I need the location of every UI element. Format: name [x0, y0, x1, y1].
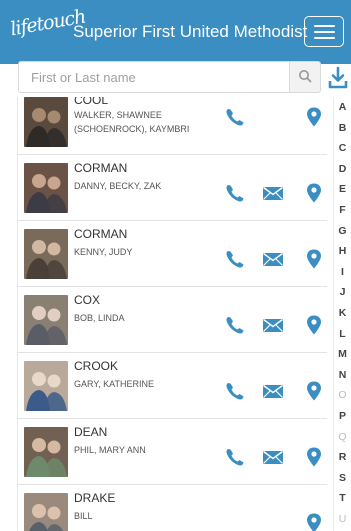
hamburger-menu-button[interactable] — [304, 16, 344, 47]
directory-entry[interactable]: CORMAN DANNY, BECKY, ZAK — [18, 155, 327, 221]
family-surname: DRAKE — [74, 491, 116, 505]
family-surname: CROOK — [74, 359, 119, 373]
alphabet-letter-i[interactable]: I — [334, 262, 351, 283]
email-icon[interactable] — [262, 183, 284, 203]
alphabet-letter-g[interactable]: G — [334, 221, 351, 242]
map-pin-icon[interactable] — [303, 107, 325, 127]
family-surname: COX — [74, 293, 101, 307]
map-pin-icon[interactable] — [303, 381, 325, 401]
email-icon[interactable] — [262, 381, 284, 401]
family-photo[interactable] — [24, 229, 68, 279]
app-header: lifetouch Superior First United Methodis… — [0, 0, 351, 64]
family-members: DANNY, BECKY, ZAK — [74, 181, 162, 191]
phone-icon[interactable] — [224, 249, 246, 269]
search-input[interactable] — [18, 61, 290, 93]
family-photo[interactable] — [24, 163, 68, 213]
search-icon — [299, 70, 312, 83]
alphabet-letter-s[interactable]: S — [334, 468, 351, 489]
alphabet-letter-f[interactable]: F — [334, 200, 351, 221]
family-surname: CORMAN — [74, 161, 128, 175]
search-button[interactable] — [289, 61, 321, 93]
family-photo[interactable] — [24, 97, 68, 147]
family-photo[interactable] — [24, 295, 68, 345]
alphabet-letter-p[interactable]: P — [334, 406, 351, 427]
family-members: BOB, LINDA — [74, 313, 125, 323]
alphabet-letter-q: Q — [338, 430, 347, 443]
menu-bar-icon — [314, 25, 335, 27]
alphabet-letter-m[interactable]: M — [334, 344, 351, 365]
directory-entry[interactable]: CORMAN KENNY, JUDY — [18, 221, 327, 287]
menu-bar-icon — [314, 37, 335, 39]
alphabet-letter-b[interactable]: B — [334, 118, 351, 139]
alphabet-index: ABCDEFGHIJKLMNOPQRSTU — [333, 97, 351, 531]
download-icon[interactable] — [327, 66, 349, 90]
family-members: KENNY, JUDY — [74, 247, 133, 257]
map-pin-icon[interactable] — [303, 183, 325, 203]
family-surname: CORMAN — [74, 227, 128, 241]
map-pin-icon[interactable] — [303, 513, 325, 531]
directory-list: COOL WALKER, SHAWNEE (SCHOENROCK), KAYMB… — [17, 97, 327, 531]
alphabet-letter-n[interactable]: N — [334, 365, 351, 386]
alphabet-letter-d[interactable]: D — [334, 159, 351, 180]
email-icon[interactable] — [262, 249, 284, 269]
phone-icon[interactable] — [224, 315, 246, 335]
phone-icon[interactable] — [224, 447, 246, 467]
page-title: Superior First United Methodist — [73, 22, 308, 41]
family-photo[interactable] — [24, 427, 68, 477]
family-members: WALKER, SHAWNEE (SCHOENROCK), KAYMBRI — [74, 110, 190, 134]
map-pin-icon[interactable] — [303, 315, 325, 335]
family-members: PHIL, MARY ANN — [74, 445, 146, 455]
family-surname: DEAN — [74, 425, 108, 439]
map-pin-icon[interactable] — [303, 447, 325, 467]
family-photo[interactable] — [24, 361, 68, 411]
phone-icon[interactable] — [224, 381, 246, 401]
menu-bar-icon — [314, 31, 335, 33]
phone-icon[interactable] — [224, 183, 246, 203]
alphabet-letter-a[interactable]: A — [334, 97, 351, 118]
directory-entry[interactable]: COOL WALKER, SHAWNEE (SCHOENROCK), KAYMB… — [18, 97, 327, 155]
phone-icon[interactable] — [224, 107, 246, 127]
alphabet-letter-o: O — [338, 389, 347, 402]
email-icon[interactable] — [262, 447, 284, 467]
alphabet-letter-c[interactable]: C — [334, 138, 351, 159]
alphabet-letter-k[interactable]: K — [334, 303, 351, 324]
directory-entry[interactable]: COX BOB, LINDA — [18, 287, 327, 353]
alphabet-letter-e[interactable]: E — [334, 179, 351, 200]
directory-entry[interactable]: DEAN PHIL, MARY ANN — [18, 419, 327, 485]
family-members: GARY, KATHERINE — [74, 379, 155, 389]
email-icon[interactable] — [262, 315, 284, 335]
alphabet-letter-r[interactable]: R — [334, 447, 351, 468]
alphabet-letter-h[interactable]: H — [334, 241, 351, 262]
directory-entry[interactable]: DRAKE BILL — [18, 485, 327, 531]
alphabet-letter-t[interactable]: T — [334, 488, 351, 509]
family-members: BILL — [74, 511, 93, 521]
family-photo[interactable] — [24, 493, 68, 531]
alphabet-letter-j[interactable]: J — [334, 282, 351, 303]
alphabet-letter-u: U — [338, 512, 347, 525]
map-pin-icon[interactable] — [303, 249, 325, 269]
directory-entry[interactable]: CROOK GARY, KATHERINE — [18, 353, 327, 419]
family-surname: COOL — [74, 97, 109, 107]
alphabet-letter-l[interactable]: L — [334, 324, 351, 345]
